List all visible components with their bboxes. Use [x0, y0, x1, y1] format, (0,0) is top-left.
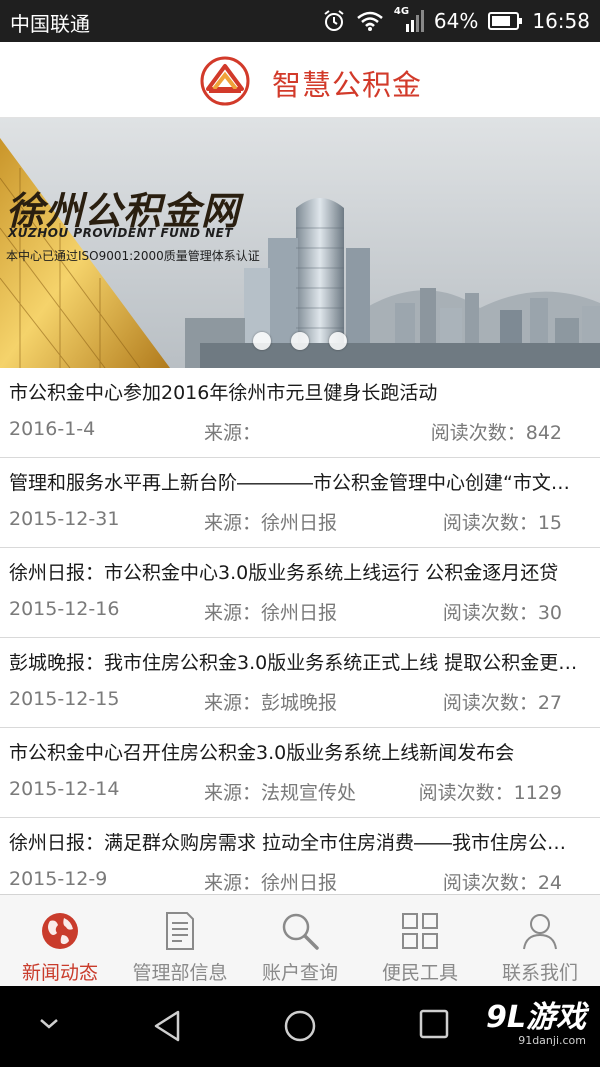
tab-convenience-tools[interactable]: 便民工具 [360, 895, 480, 986]
tab-label: 新闻动态 [21, 962, 98, 984]
news-read-count: 阅读次数：1129 [418, 782, 562, 804]
carousel-indicators [253, 332, 347, 350]
news-source: 来源：法规宣传处 [204, 782, 357, 804]
document-icon [158, 909, 202, 953]
news-item[interactable]: 彭城晚报：我市住房公积金3.0版业务系统正式上线 提取公积金更便捷 2015-1… [0, 638, 600, 728]
news-item[interactable]: 徐州日报：市公积金中心3.0版业务系统上线运行 公积金逐月还贷 2015-12-… [0, 548, 600, 638]
banner-certification: 本中心已通过ISO9001:2000质量管理体系认证 [6, 249, 260, 263]
news-date: 2015-12-9 [9, 868, 108, 890]
grid-icon [398, 909, 442, 953]
news-source: 来源： [204, 422, 262, 444]
app-logo-icon [200, 56, 250, 106]
news-title: 徐州日报：市公积金中心3.0版业务系统上线运行 公积金逐月还贷 [9, 562, 559, 584]
tab-label: 便民工具 [381, 962, 458, 984]
tab-management-info[interactable]: 管理部信息 [120, 895, 240, 986]
person-icon [518, 909, 562, 953]
banner-carousel[interactable]: 徐州公积金网 XUZHOU PROVIDENT FUND NET 本中心已通过I… [0, 118, 600, 368]
news-date: 2015-12-31 [9, 508, 120, 530]
news-source: 来源：徐州日报 [204, 602, 338, 624]
alarm-icon [322, 9, 346, 33]
news-list: 市公积金中心参加2016年徐州市元旦健身长跑活动 2016-1-4 来源： 阅读… [0, 368, 600, 894]
news-source: 来源：徐州日报 [204, 872, 338, 894]
app-header: 智慧公积金 [0, 42, 600, 118]
banner-image [0, 118, 600, 368]
news-title: 市公积金中心召开住房公积金3.0版业务系统上线新闻发布会 [9, 742, 515, 764]
news-title: 管理和服务水平再上新台阶――――市公积金管理中心创建“市文明单位” [9, 472, 584, 494]
carousel-dot[interactable] [329, 332, 347, 350]
tab-label: 账户查询 [261, 962, 338, 984]
carousel-dot[interactable] [253, 332, 271, 350]
news-date: 2015-12-14 [9, 778, 120, 800]
news-date: 2015-12-16 [9, 598, 120, 620]
status-bar: 中国联通 4G 64% 16:58 [0, 0, 600, 42]
news-read-count: 阅读次数：30 [442, 602, 562, 624]
tab-news[interactable]: 新闻动态 [0, 895, 120, 986]
tab-label: 联系我们 [501, 962, 578, 984]
site-watermark: 9L游戏 91danji.com [486, 1000, 586, 1048]
system-nav-bar: 9L游戏 91danji.com [0, 986, 600, 1067]
clock: 16:58 [532, 9, 590, 33]
watermark-url: 91danji.com [518, 1034, 586, 1047]
recent-apps-icon[interactable] [418, 1008, 450, 1044]
tab-contact-us[interactable]: 联系我们 [480, 895, 600, 986]
carrier-name: 中国联通 [10, 12, 90, 36]
search-icon [278, 909, 322, 953]
news-title: 彭城晚报：我市住房公积金3.0版业务系统正式上线 提取公积金更便捷 [9, 652, 584, 674]
signal-icon: 4G [394, 6, 424, 34]
battery-percent: 64% [433, 9, 479, 33]
news-item[interactable]: 徐州日报：满足群众购房需求 拉动全市住房消费――我市住房公积金 2015-12-… [0, 818, 600, 894]
news-source: 来源：彭城晚报 [204, 692, 338, 714]
battery-icon [488, 12, 523, 30]
watermark-brand: 9L游戏 [486, 1000, 586, 1035]
tab-label: 管理部信息 [132, 962, 228, 984]
news-read-count: 阅读次数：24 [442, 872, 562, 894]
news-read-count: 阅读次数：15 [442, 512, 562, 534]
news-date: 2016-1-4 [9, 418, 96, 440]
news-title: 徐州日报：满足群众购房需求 拉动全市住房消费――我市住房公积金 [9, 832, 584, 854]
collapse-icon[interactable] [38, 1016, 60, 1035]
back-icon[interactable] [150, 1008, 184, 1048]
wifi-icon [356, 10, 384, 32]
news-title: 市公积金中心参加2016年徐州市元旦健身长跑活动 [9, 382, 438, 404]
news-source: 来源：徐州日报 [204, 512, 338, 534]
home-icon[interactable] [282, 1008, 318, 1048]
globe-icon [38, 909, 82, 953]
tab-account-query[interactable]: 账户查询 [240, 895, 360, 986]
bottom-tab-bar: 新闻动态 管理部信息 账户查询 便民工具 联系我们 [0, 894, 600, 986]
news-date: 2015-12-15 [9, 688, 120, 710]
news-item[interactable]: 管理和服务水平再上新台阶――――市公积金管理中心创建“市文明单位” 2015-1… [0, 458, 600, 548]
news-item[interactable]: 市公积金中心参加2016年徐州市元旦健身长跑活动 2016-1-4 来源： 阅读… [0, 368, 600, 458]
news-item[interactable]: 市公积金中心召开住房公积金3.0版业务系统上线新闻发布会 2015-12-14 … [0, 728, 600, 818]
banner-subtitle: XUZHOU PROVIDENT FUND NET [8, 226, 234, 240]
news-read-count: 阅读次数：842 [430, 422, 562, 444]
app-title: 智慧公积金 [272, 68, 423, 102]
carousel-dot[interactable] [291, 332, 309, 350]
news-read-count: 阅读次数：27 [442, 692, 562, 714]
